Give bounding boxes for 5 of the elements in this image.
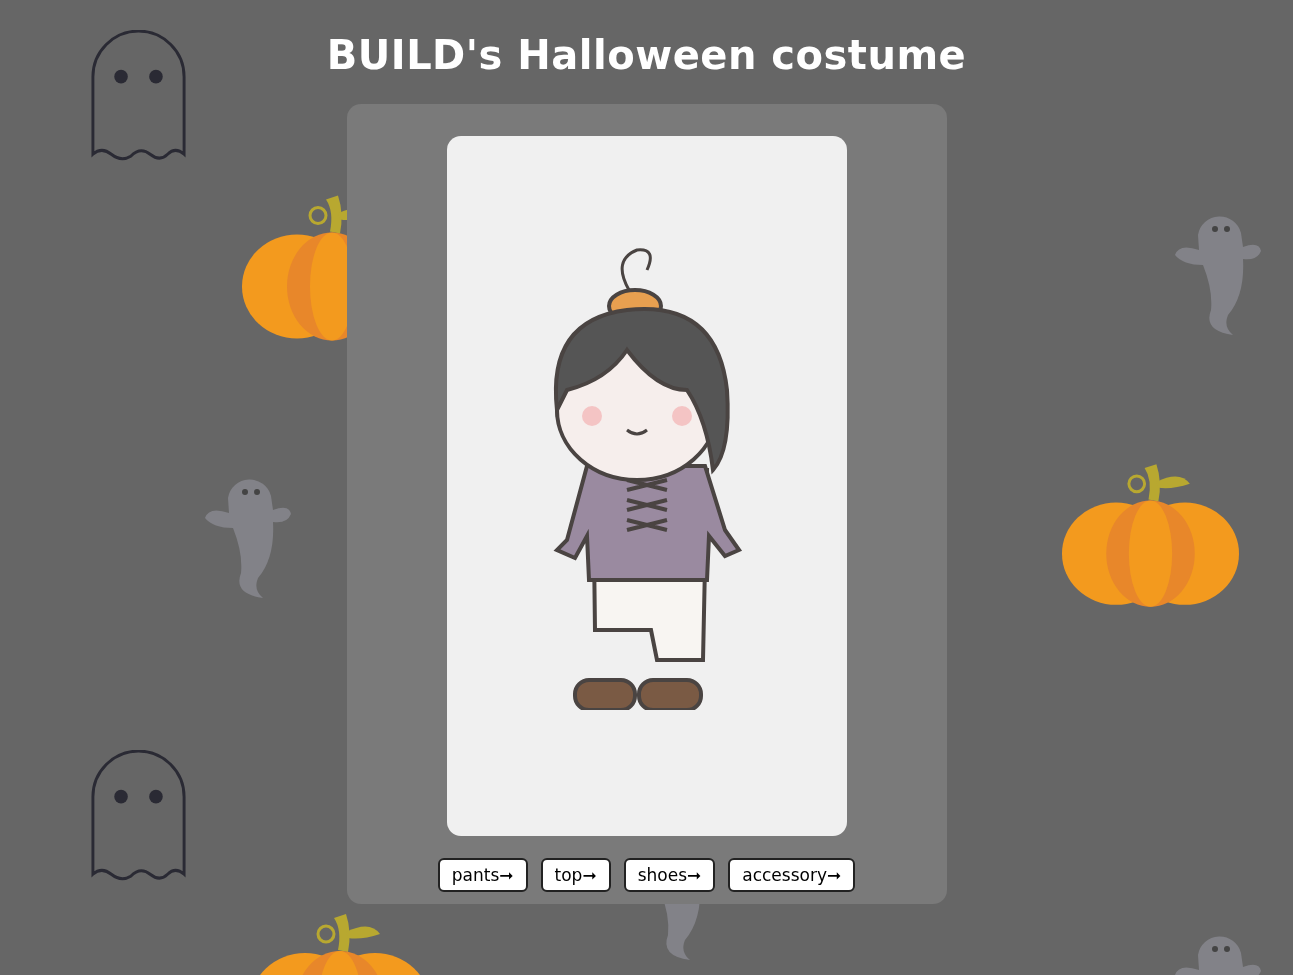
wardrobe-button[interactable]: pants➞ (437, 858, 528, 892)
wardrobe-button[interactable]: shoes➞ (623, 858, 716, 892)
page-title: BUILD's Halloween costume (326, 31, 967, 80)
wardrobe-button[interactable]: accessory➞ (728, 858, 856, 892)
wardrobe-button[interactable]: top➞ (540, 858, 611, 892)
